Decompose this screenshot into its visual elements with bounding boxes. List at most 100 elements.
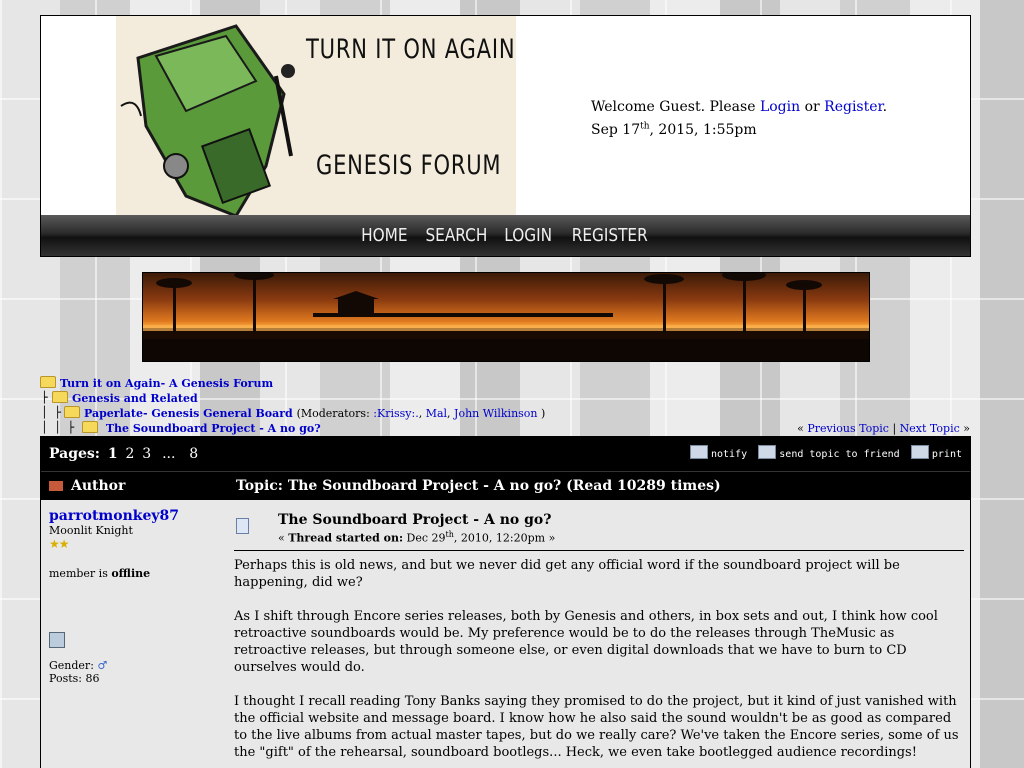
- or-text: or: [800, 99, 825, 115]
- register-link[interactable]: Register: [824, 99, 883, 115]
- logo-title: TURN IT ON AGAIN: [306, 34, 516, 65]
- topic-table: Pages: 1 2 3 ... 8 notify send topic to …: [40, 436, 971, 768]
- open-folder-icon: [40, 376, 56, 388]
- previous-topic-link[interactable]: Previous Topic: [807, 422, 889, 435]
- post-title: The Soundboard Project - A no go?: [278, 512, 552, 528]
- topic-actions: notify send topic to friend print: [682, 445, 962, 460]
- print-label: print: [931, 449, 962, 460]
- nav-home[interactable]: HOME: [361, 215, 407, 256]
- started-prefix: «: [278, 531, 289, 545]
- post-body: Perhaps this is old news, and but we nev…: [234, 557, 964, 761]
- welcome-message: Welcome Guest. Please Login or Register.…: [591, 98, 887, 140]
- pages-label: Pages:: [49, 446, 100, 462]
- page-link[interactable]: 2: [125, 446, 134, 462]
- moderator-link[interactable]: Mal: [426, 407, 447, 420]
- pages-bar: Pages: 1 2 3 ... 8 notify send topic to …: [41, 437, 970, 471]
- date-suffix-ordinal: th: [640, 121, 650, 131]
- post-paragraph: Perhaps this is old news, and but we nev…: [234, 558, 900, 590]
- next-topic-link[interactable]: Next Topic: [900, 422, 960, 435]
- current-date: Sep 17th, 2015, 1:55pm: [591, 121, 757, 138]
- breadcrumb-category-link[interactable]: Genesis and Related: [72, 392, 198, 405]
- male-icon: ♂: [97, 659, 108, 672]
- tree-connector: │ ├: [41, 406, 61, 419]
- breadcrumb-category: Genesis and Related: [52, 391, 198, 405]
- welcome-period: .: [882, 99, 888, 115]
- online-status: member is offline: [49, 567, 224, 580]
- tree-connector: │ │ ├: [41, 421, 75, 434]
- started-label: Thread started on:: [288, 531, 404, 545]
- next-mark: »: [959, 422, 970, 435]
- table-header: Author Topic: The Soundboard Project - A…: [41, 471, 970, 500]
- welcome-text: Welcome Guest. Please: [591, 99, 760, 115]
- post-paragraph: I thought I recall reading Tony Banks sa…: [234, 694, 959, 760]
- post-date-a: Dec 29: [403, 531, 446, 545]
- breadcrumb-board: Paperlate- Genesis General Board (Modera…: [64, 406, 545, 420]
- nav-register[interactable]: REGISTER: [571, 215, 647, 256]
- profile-icon[interactable]: [49, 632, 65, 648]
- page-link[interactable]: 8: [189, 446, 198, 462]
- pages-ellipsis: ...: [162, 446, 176, 462]
- date-time: , 2015, 1:55pm: [649, 121, 757, 138]
- post-date-b: , 2010, 12:20pm »: [453, 531, 556, 545]
- printer-icon: [910, 445, 929, 459]
- logo-illustration: [120, 24, 295, 216]
- post-paragraph: As I shift through Encore series release…: [234, 609, 938, 675]
- nav-search[interactable]: SEARCH: [425, 215, 487, 256]
- breadcrumb-board-link[interactable]: Paperlate- Genesis General Board: [84, 407, 293, 420]
- notify-label: notify: [710, 449, 748, 460]
- moderators: (Moderators: :Krissy:., Mal, John Wilkin…: [296, 407, 546, 420]
- send-topic-label: send topic to friend: [779, 449, 900, 460]
- sunset-pier-banner: [142, 272, 870, 362]
- open-folder-icon: [52, 391, 68, 403]
- status-prefix: member is: [49, 567, 112, 580]
- topic-nav-separator: |: [888, 422, 900, 435]
- date-prefix: Sep 17: [591, 121, 641, 138]
- main-nav: HOME SEARCH LOGIN REGISTER: [40, 215, 971, 257]
- rank-stars-icon: ★★: [49, 537, 69, 551]
- poster-name-link[interactable]: parrotmonkey87: [49, 508, 179, 524]
- current-page: 1: [107, 446, 118, 462]
- nav-login[interactable]: LOGIN: [505, 215, 553, 256]
- open-folder-icon: [64, 406, 80, 418]
- poster-rank: Moonlit Knight: [49, 524, 133, 537]
- topic-column-header: Topic: The Soundboard Project - A no go?…: [236, 478, 721, 494]
- page-link[interactable]: 3: [142, 446, 151, 462]
- tree-connector: ├: [41, 391, 48, 404]
- topic-navigation: « Previous Topic | Next Topic »: [797, 422, 970, 435]
- poster-info: parrotmonkey87 Moonlit Knight ★★ member …: [49, 508, 224, 685]
- forum-logo[interactable]: TURN IT ON AGAIN GENESIS FORUM: [116, 16, 516, 216]
- status-value: offline: [111, 567, 151, 580]
- post-date-ordinal: th: [445, 530, 454, 539]
- pagination: Pages: 1 2 3 ... 8: [49, 446, 198, 462]
- moderators-close: ): [537, 407, 546, 420]
- author-header-label: Author: [71, 478, 126, 494]
- send-topic-icon: [758, 445, 777, 459]
- poster-gender: Gender: ♂: [49, 659, 224, 672]
- login-link[interactable]: Login: [760, 99, 800, 115]
- breadcrumb-topic: The Soundboard Project - A no go?: [82, 421, 321, 435]
- moderator-link[interactable]: John Wilkinson: [454, 407, 537, 420]
- author-icon: [49, 481, 63, 491]
- gender-label: Gender:: [49, 659, 98, 672]
- notify-button[interactable]: notify: [689, 445, 748, 460]
- banner-illustration: [143, 273, 869, 361]
- logo-subtitle: GENESIS FORUM: [316, 150, 502, 181]
- breadcrumb-topic-link[interactable]: The Soundboard Project - A no go?: [106, 422, 321, 435]
- notify-icon: [689, 445, 708, 459]
- open-folder-icon: [82, 421, 98, 433]
- post-message: The Soundboard Project - A no go? « Thre…: [234, 510, 964, 768]
- post-date: « Thread started on: Dec 29th, 2010, 12:…: [278, 530, 555, 545]
- print-button[interactable]: print: [910, 445, 962, 460]
- poster-post-count: Posts: 86: [49, 672, 100, 685]
- forum-header: TURN IT ON AGAIN GENESIS FORUM Welcome G…: [40, 15, 971, 217]
- author-column-header: Author: [49, 478, 125, 494]
- breadcrumb-forum: Turn it on Again- A Genesis Forum: [40, 376, 273, 390]
- post-document-icon: [236, 518, 249, 534]
- send-topic-button[interactable]: send topic to friend: [758, 445, 900, 460]
- moderators-label: (Moderators:: [296, 407, 374, 420]
- prev-mark: «: [797, 422, 808, 435]
- post-header: The Soundboard Project - A no go? « Thre…: [234, 510, 964, 551]
- breadcrumb-forum-link[interactable]: Turn it on Again- A Genesis Forum: [60, 377, 273, 390]
- post: parrotmonkey87 Moonlit Knight ★★ member …: [41, 500, 970, 768]
- moderator-link[interactable]: :Krissy:.: [373, 407, 418, 420]
